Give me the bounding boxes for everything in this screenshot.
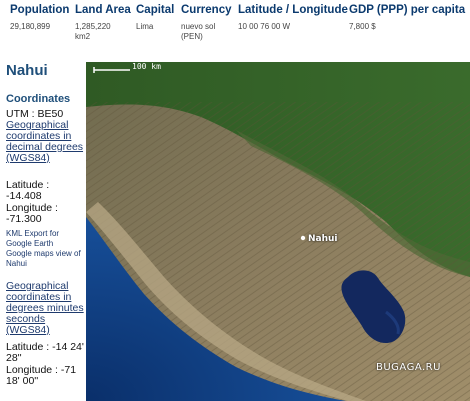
currency-heading: Currency bbox=[181, 4, 232, 16]
scale-label: 100 km bbox=[132, 62, 161, 71]
kml-export-link[interactable]: KML Export for Google Earth bbox=[6, 229, 86, 249]
currency-column: Currency nuevo sol (PEN) bbox=[181, 4, 232, 42]
latitude-decimal: Latitude : -14.408 bbox=[6, 179, 50, 202]
land-area-column: Land Area 1,285,220 km2 bbox=[75, 4, 131, 42]
currency-value: nuevo sol (PEN) bbox=[181, 22, 216, 41]
satellite-map-image bbox=[86, 62, 470, 401]
geo-decimal-link[interactable]: Geographical coordinates in decimal degr… bbox=[6, 120, 86, 164]
lat-long-heading: Latitude / Longitude bbox=[238, 4, 348, 16]
coordinates-heading: Coordinates bbox=[6, 93, 71, 105]
geo-dms-link[interactable]: Geographical coordinates in degrees minu… bbox=[6, 281, 86, 336]
longitude-dms: Longitude : -71 18' 00'' bbox=[6, 364, 77, 387]
place-title: Nahui bbox=[6, 62, 48, 79]
nahui-marker bbox=[300, 235, 306, 241]
satellite-map[interactable]: 100 km Nahui BUGAGA.RU bbox=[86, 62, 470, 401]
population-column: Population 29,180,899 bbox=[10, 4, 69, 32]
place-label: Nahui bbox=[308, 234, 338, 244]
country-info-table: Population 29,180,899 Land Area 1,285,22… bbox=[0, 0, 470, 62]
watermark: BUGAGA.RU bbox=[376, 362, 441, 373]
lat-long-value: 10 00 76 00 W bbox=[238, 22, 291, 31]
capital-value: Lima bbox=[136, 22, 154, 31]
gdp-column: GDP (PPP) per capita 7,800 $ bbox=[349, 4, 465, 32]
capital-column: Capital Lima bbox=[136, 4, 174, 32]
google-maps-link[interactable]: Google maps view of Nahui bbox=[6, 249, 86, 269]
land-area-value: 1,285,220 km2 bbox=[75, 22, 111, 41]
place-sidebar: Nahui Coordinates UTM : BE50 Geographica… bbox=[0, 62, 86, 401]
land-area-heading: Land Area bbox=[75, 4, 131, 16]
lat-long-column: Latitude / Longitude 10 00 76 00 W bbox=[238, 4, 348, 32]
latitude-dms: Latitude : -14 24' 28'' bbox=[6, 341, 84, 364]
population-value: 29,180,899 bbox=[10, 22, 51, 31]
longitude-decimal: Longitude : -71.300 bbox=[6, 202, 58, 225]
gdp-heading: GDP (PPP) per capita bbox=[349, 4, 466, 16]
capital-heading: Capital bbox=[136, 4, 175, 16]
population-heading: Population bbox=[10, 4, 70, 16]
gdp-value: 7,800 $ bbox=[349, 22, 376, 31]
